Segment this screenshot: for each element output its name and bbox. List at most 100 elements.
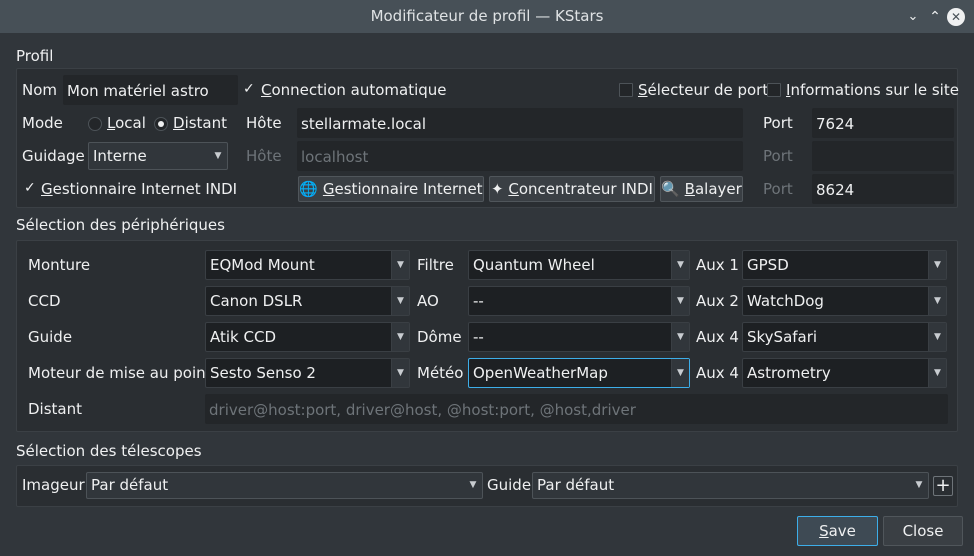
chevron-down-icon: ▼	[928, 251, 946, 279]
mount-select[interactable]: EQMod Mount ▼	[205, 250, 410, 280]
filter-label: Filtre	[417, 256, 454, 274]
chevron-down-icon: ▼	[671, 251, 689, 279]
chevron-down-icon: ▼	[928, 323, 946, 351]
port-selector-label: Sélecteur de port	[638, 81, 769, 99]
host-label: Hôte	[246, 114, 282, 132]
ccd-select[interactable]: Canon DSLR ▼	[205, 286, 410, 316]
close-button[interactable]: Close	[883, 516, 963, 546]
search-icon: 🔍	[661, 180, 680, 198]
aux4-label: Aux 4	[696, 364, 739, 382]
chevron-down-icon: ▼	[671, 287, 689, 315]
chevron-down-icon: ▼	[214, 151, 222, 161]
imager-telescope-select-value: Par défaut	[91, 476, 169, 494]
guiding-select-value: Interne	[93, 147, 147, 165]
indi-hub-button-label: Concentrateur INDI	[508, 180, 653, 198]
save-button-label: Save	[819, 522, 856, 540]
mode-local-label: Local	[107, 114, 146, 132]
chevron-down-icon: ▼	[391, 359, 409, 387]
mode-label: Mode	[22, 114, 63, 132]
guide-host-label: Hôte	[246, 147, 282, 165]
focuser-label: Moteur de mise au point	[28, 364, 212, 382]
ao-select-value: --	[473, 292, 484, 310]
devices-section-title: Sélection des périphériques	[16, 216, 225, 234]
aux3-select[interactable]: SkySafari ▼	[742, 322, 947, 352]
web-manager-button[interactable]: 🌐 Gestionnaire Internet	[298, 176, 484, 202]
imager-label: Imageur	[22, 476, 85, 494]
weather-label: Météo	[417, 364, 464, 382]
ao-label: AO	[417, 292, 439, 310]
guide-port-input[interactable]	[812, 141, 954, 171]
guiding-select[interactable]: Interne ▼	[88, 142, 228, 170]
guide-camera-label: Guide	[28, 328, 73, 346]
close-window-icon[interactable]: ✕	[947, 8, 965, 26]
filter-select[interactable]: Quantum Wheel ▼	[468, 250, 690, 280]
dome-select-value: --	[473, 328, 484, 346]
remote-label: Distant	[28, 400, 82, 418]
aux2-select[interactable]: WatchDog ▼	[742, 286, 947, 316]
aux2-label: Aux 2	[696, 292, 739, 310]
chevron-down-icon: ▼	[928, 359, 946, 387]
aux3-label: Aux 4	[696, 328, 739, 346]
weather-select[interactable]: OpenWeatherMap ▼	[468, 358, 690, 388]
globe-icon: 🌐	[299, 180, 319, 198]
imager-telescope-select[interactable]: Par défaut ▼	[86, 472, 483, 499]
guide-port-label: Port	[763, 147, 793, 165]
dome-select[interactable]: -- ▼	[468, 322, 690, 352]
guide-host-input[interactable]: localhost	[297, 141, 743, 171]
scan-button[interactable]: 🔍 Balayer	[660, 176, 743, 202]
indi-web-manager-label: Gestionnaire Internet INDI	[41, 180, 238, 198]
ccd-label: CCD	[28, 292, 61, 310]
chevron-down-icon: ▼	[469, 480, 477, 490]
focuser-select-value: Sesto Senso 2	[210, 364, 316, 382]
chevron-down-icon: ▼	[671, 323, 689, 351]
chevron-down-icon: ▼	[391, 287, 409, 315]
indi-web-manager-checkbox[interactable]: ✓	[24, 180, 36, 196]
aux1-select[interactable]: GPSD ▼	[742, 250, 947, 280]
indi-hub-button[interactable]: ✦ Concentrateur INDI	[489, 176, 655, 202]
port-label: Port	[763, 114, 793, 132]
port-selector-checkbox[interactable]	[619, 83, 633, 97]
web-manager-button-label: Gestionnaire Internet	[322, 180, 483, 198]
mount-label: Monture	[28, 256, 91, 274]
mode-local-radio[interactable]	[88, 117, 102, 131]
profile-section-title: Profil	[16, 47, 54, 65]
site-info-label: Informations sur le site	[786, 81, 959, 99]
minimize-chevron-down-icon[interactable]: ⌄	[904, 8, 922, 26]
port-input[interactable]: 7624	[812, 108, 954, 138]
filter-select-value: Quantum Wheel	[473, 256, 595, 274]
maximize-chevron-up-icon[interactable]: ⌃	[926, 8, 944, 26]
aux2-select-value: WatchDog	[747, 292, 824, 310]
scan-button-label: Balayer	[684, 180, 742, 198]
chevron-down-icon: ▼	[671, 359, 689, 387]
window-title: Modificateur de profil — KStars	[370, 7, 604, 25]
add-telescope-plus-icon[interactable]: +	[933, 476, 953, 496]
aux1-select-value: GPSD	[747, 256, 789, 274]
guide-camera-select-value: Atik CCD	[210, 328, 276, 346]
chevron-down-icon: ▼	[391, 251, 409, 279]
title-bar: Modificateur de profil — KStars ⌄ ⌃ ✕	[0, 0, 974, 33]
aux4-select[interactable]: Astrometry ▼	[742, 358, 947, 388]
chevron-down-icon: ▼	[928, 287, 946, 315]
auto-connect-label: Connection automatique	[261, 81, 447, 99]
weather-select-value: OpenWeatherMap	[473, 364, 608, 382]
host-input[interactable]: stellarmate.local	[297, 108, 743, 138]
ao-select[interactable]: -- ▼	[468, 286, 690, 316]
site-info-checkbox[interactable]	[767, 83, 781, 97]
profile-name-input[interactable]: Mon matériel astro	[63, 75, 238, 105]
focuser-select[interactable]: Sesto Senso 2 ▼	[205, 358, 410, 388]
aux3-select-value: SkySafari	[747, 328, 818, 346]
web-port-label: Port	[763, 180, 793, 198]
guide-telescope-label: Guide	[487, 476, 532, 494]
mode-remote-label: Distant	[173, 114, 228, 132]
guide-camera-select[interactable]: Atik CCD ▼	[205, 322, 410, 352]
guide-telescope-select-value: Par défaut	[537, 476, 615, 494]
save-button[interactable]: Save	[797, 516, 878, 546]
ccd-select-value: Canon DSLR	[210, 292, 303, 310]
auto-connect-checkbox[interactable]: ✓	[243, 81, 255, 97]
web-port-input[interactable]: 8624	[812, 174, 954, 204]
aux4-select-value: Astrometry	[747, 364, 831, 382]
mode-remote-radio[interactable]	[154, 117, 168, 131]
telescopes-section-title: Sélection des télescopes	[16, 442, 202, 460]
guide-telescope-select[interactable]: Par défaut ▼	[532, 472, 929, 499]
remote-drivers-input[interactable]: driver@host:port, driver@host, @host:por…	[205, 394, 948, 424]
